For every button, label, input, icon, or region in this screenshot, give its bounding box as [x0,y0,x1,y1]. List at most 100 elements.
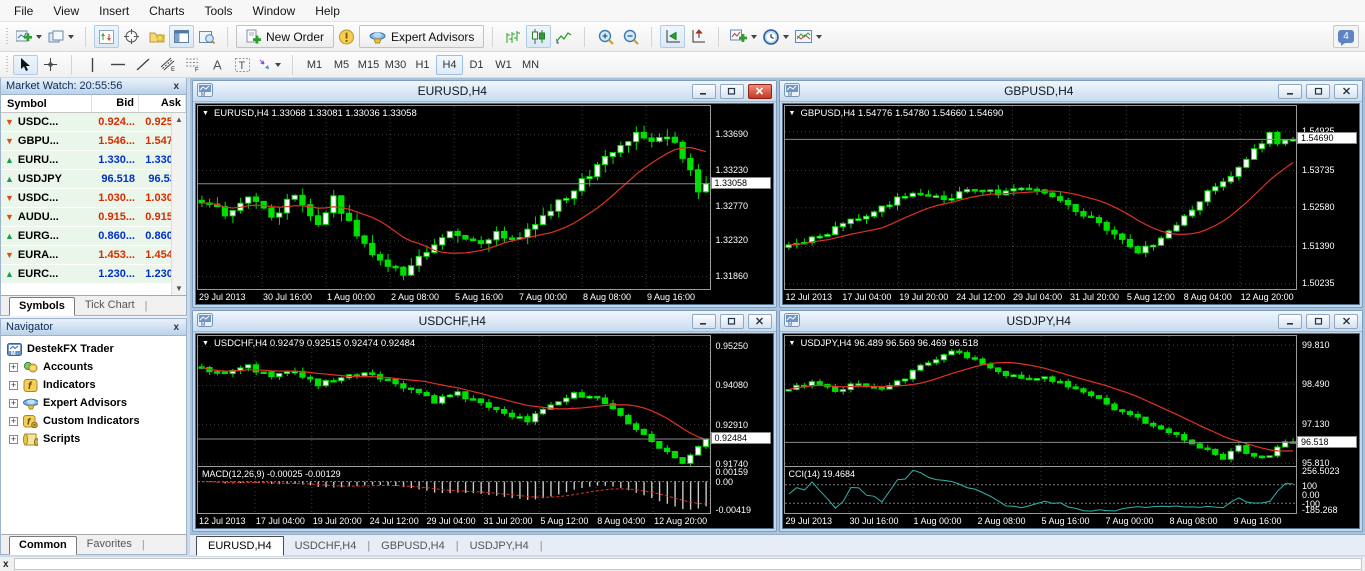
candlestick-chart-button[interactable] [526,25,552,48]
expand-icon[interactable]: + [9,362,18,372]
scroll-up-icon[interactable]: ▲ [175,115,183,124]
menu-item-insert[interactable]: Insert [89,1,139,21]
periods-button[interactable] [760,25,792,48]
terminal-field[interactable] [13,558,1362,570]
timeframe-m15[interactable]: M15 [355,55,382,75]
zoom-in-button[interactable] [593,25,618,48]
restore-button[interactable] [1306,313,1330,329]
expand-icon[interactable]: + [9,416,18,426]
menu-item-window[interactable]: Window [243,1,306,21]
scroll-down-icon[interactable]: ▼ [175,284,183,293]
alert-icon[interactable] [334,25,359,48]
navigator-titlebar[interactable]: Navigator x [1,319,186,336]
indicators-button[interactable] [727,25,760,48]
tree-item-custom-indicators[interactable]: + f Custom Indicators [3,412,184,430]
market-watch-row[interactable]: ▼ USDC... 1.030... 1.030... [1,189,186,208]
menu-item-file[interactable]: File [4,1,43,21]
chart-tab-eurusd-h4[interactable]: EURUSD,H4 [196,536,284,556]
profiles-button[interactable] [45,25,77,48]
notifications-button[interactable]: 4 [1333,25,1359,48]
minimize-button[interactable] [691,83,716,99]
expand-icon[interactable]: + [9,398,18,408]
expand-icon[interactable]: + [9,434,18,444]
tree-item-scripts[interactable]: + Scripts [3,430,184,448]
column-header-bid[interactable]: Bid [92,95,139,112]
cci-panel[interactable]: CCI(14) 19.4684 [783,467,1297,514]
chart-tab-gbpusd-h4[interactable]: GBPUSD,H4 [370,537,456,555]
restore-button[interactable] [719,313,744,329]
crosshair-tool-button[interactable] [38,55,63,75]
cursor-button[interactable] [13,54,38,75]
macd-panel[interactable]: MACD(12,26,9) -0.00025 -0.00129 [197,467,711,514]
timeframe-w1[interactable]: W1 [490,55,517,75]
column-header-symbol[interactable]: Symbol [1,95,92,112]
templates-button[interactable] [792,25,825,48]
window-titlebar[interactable]: M USDJPY,H4 [779,311,1362,333]
tab-symbols[interactable]: Symbols [9,297,75,316]
new-order-button[interactable]: New Order [236,25,335,48]
close-button[interactable] [1334,313,1358,329]
trendline-button[interactable] [130,55,155,75]
tree-item-expert-advisors[interactable]: + Expert Advisors [3,394,184,412]
market-watch-row[interactable]: ▲ EURU... 1.330... 1.330... [1,151,186,170]
menu-item-tools[interactable]: Tools [195,1,243,21]
fibonacci-button[interactable]: F [180,55,205,75]
horizontal-line-button[interactable] [105,55,130,75]
close-icon[interactable]: x [171,81,181,92]
market-watch-toggle-button[interactable] [94,25,119,48]
minimize-button[interactable] [691,313,716,329]
toolbar-grip[interactable] [5,27,10,46]
expert-advisors-button[interactable]: Expert Advisors [359,25,485,48]
restore-button[interactable] [719,83,744,99]
menu-item-help[interactable]: Help [305,1,350,21]
line-chart-button[interactable] [551,25,576,48]
close-icon[interactable]: x [171,322,181,333]
new-chart-button[interactable] [13,25,45,48]
chart-body[interactable]: ▼ GBPUSD,H4 1.54776 1.54780 1.54660 1.546… [781,103,1360,306]
expand-icon[interactable]: + [9,380,18,390]
timeframe-h4[interactable]: H4 [436,54,463,75]
tree-item-indicators[interactable]: + f Indicators [3,376,184,394]
tab-tick-chart[interactable]: Tick Chart [75,296,145,315]
market-watch-row[interactable]: ▲ EURC... 1.230... 1.230... [1,265,186,284]
data-window-button[interactable] [194,25,219,48]
window-titlebar[interactable]: M GBPUSD,H4 [779,81,1362,102]
market-watch-header[interactable]: Symbol Bid Ask [1,95,186,113]
market-watch-row[interactable]: ▼ AUDU... 0.915... 0.915... [1,208,186,227]
timeframe-m5[interactable]: M5 [328,55,355,75]
timeframe-d1[interactable]: D1 [463,55,490,75]
price-chart-area[interactable]: ▼ EURUSD,H4 1.33068 1.33081 1.33036 1.330… [197,105,711,291]
terminal-close-icon[interactable]: x [3,559,9,570]
chart-body[interactable]: ▼ EURUSD,H4 1.33068 1.33081 1.33036 1.330… [195,103,774,306]
templates-folder-button[interactable] [144,25,169,48]
chart-shift-button[interactable] [685,25,710,48]
chart-body[interactable]: ▼ USDCHF,H4 0.92479 0.92515 0.92474 0.924… [195,333,774,529]
bar-chart-button[interactable] [501,25,526,48]
tab-common[interactable]: Common [9,536,77,555]
text-label-button[interactable]: T [230,55,255,75]
toolbar-grip[interactable] [5,55,10,74]
vertical-line-button[interactable] [80,55,105,75]
window-titlebar[interactable]: M EURUSD,H4 [193,81,776,102]
market-watch-titlebar[interactable]: Market Watch: 20:55:56 x [1,78,186,95]
navigator-toggle-button[interactable] [169,25,194,48]
restore-button[interactable] [1306,83,1330,99]
minimize-button[interactable] [1278,83,1302,99]
timeframe-m30[interactable]: M30 [382,55,409,75]
zoom-out-button[interactable] [618,25,643,48]
price-chart-area[interactable]: ▼ USDCHF,H4 0.92479 0.92515 0.92474 0.924… [197,335,711,467]
market-watch-scrollbar[interactable]: ▲ ▼ [171,113,186,295]
menu-item-charts[interactable]: Charts [139,1,194,21]
minimize-button[interactable] [1278,313,1302,329]
menu-item-view[interactable]: View [43,1,89,21]
equidistant-channel-button[interactable]: E [155,55,180,75]
tree-item-accounts[interactable]: + Accounts [3,358,184,376]
text-button[interactable]: A [205,55,230,75]
chart-body[interactable]: ▼ USDJPY,H4 96.489 96.569 96.469 96.518 CC… [781,333,1360,529]
close-button[interactable] [747,83,772,99]
price-chart-area[interactable]: ▼ USDJPY,H4 96.489 96.569 96.469 96.518 [783,335,1297,467]
crosshair-button[interactable] [119,25,144,48]
close-button[interactable] [747,313,772,329]
market-watch-row[interactable]: ▼ USDC... 0.924... 0.925... [1,113,186,132]
tab-favorites[interactable]: Favorites [77,535,142,554]
